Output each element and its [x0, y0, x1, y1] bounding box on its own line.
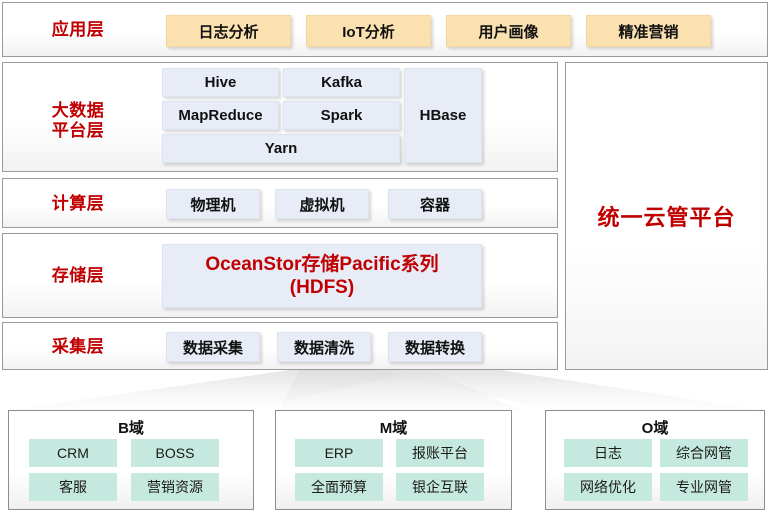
- layer-row-bigdata-platform: 大数据 平台层 Hive Kafka MapReduce Spark Yarn …: [2, 62, 558, 172]
- tile-virtual-machine[interactable]: 虚拟机: [275, 189, 369, 219]
- layer-row-compute: 计算层 物理机 虚拟机 容器: [2, 178, 558, 228]
- domain-title-o: O域: [641, 420, 669, 437]
- tile-user-profile[interactable]: 用户画像: [446, 15, 571, 47]
- tile-erp[interactable]: ERP: [295, 439, 383, 467]
- layer-label-compute: 计算层: [51, 194, 105, 213]
- tile-customer-service[interactable]: 客服: [29, 473, 117, 501]
- tile-hbase[interactable]: HBase: [404, 68, 482, 163]
- tile-bank-enterprise-connection[interactable]: 银企互联: [396, 473, 484, 501]
- tile-reimbursement-platform[interactable]: 报账平台: [396, 439, 484, 467]
- tile-log-analysis[interactable]: 日志分析: [166, 15, 291, 47]
- tile-hive[interactable]: Hive: [162, 68, 279, 97]
- tile-data-cleaning[interactable]: 数据清洗: [277, 332, 371, 362]
- architecture-diagram: 应用层 日志分析 IoT分析 用户画像 精准营销 大数据 平台层 Hive Ka…: [0, 0, 771, 514]
- domain-title-b: B域: [118, 420, 144, 437]
- layer-row-application: 应用层 日志分析 IoT分析 用户画像 精准营销: [2, 2, 768, 57]
- tile-mapreduce[interactable]: MapReduce: [162, 101, 279, 130]
- tile-oceanstor-pacific[interactable]: OceanStor存储Pacific系列 (HDFS): [162, 244, 482, 308]
- tile-data-transformation[interactable]: 数据转换: [388, 332, 482, 362]
- domain-box-o: O域 日志 综合网管 网络优化 专业网管: [545, 410, 765, 510]
- tile-professional-network-management[interactable]: 专业网管: [660, 473, 748, 501]
- domain-box-m: M域 ERP 报账平台 全面预算 银企互联: [275, 410, 512, 510]
- tile-iot-analysis[interactable]: IoT分析: [306, 15, 431, 47]
- layer-label-collection: 采集层: [51, 337, 105, 356]
- tile-marketing-resources[interactable]: 营销资源: [131, 473, 219, 501]
- layer-row-storage: 存储层 OceanStor存储Pacific系列 (HDFS): [2, 233, 558, 318]
- connector-to-b-domain: [8, 370, 420, 410]
- tile-comprehensive-budget[interactable]: 全面预算: [295, 473, 383, 501]
- tile-log[interactable]: 日志: [564, 439, 652, 467]
- tile-container[interactable]: 容器: [388, 189, 482, 219]
- connector-to-o-domain: [380, 370, 762, 410]
- layer-row-collection: 采集层 数据采集 数据清洗 数据转换: [2, 322, 558, 370]
- tile-yarn[interactable]: Yarn: [162, 134, 400, 163]
- domain-box-b: B域 CRM BOSS 客服 营销资源: [8, 410, 254, 510]
- cloud-management-platform-column[interactable]: 统一云管平台: [565, 62, 768, 370]
- cloud-management-platform-title: 统一云管平台: [597, 205, 736, 230]
- tile-spark[interactable]: Spark: [283, 101, 400, 130]
- tile-precision-marketing[interactable]: 精准营销: [586, 15, 711, 47]
- tile-physical-machine[interactable]: 物理机: [166, 189, 260, 219]
- connector-to-m-domain: [278, 370, 520, 410]
- tile-network-optimization[interactable]: 网络优化: [564, 473, 652, 501]
- funnel-connectors: [8, 370, 762, 410]
- layer-label-bigdata-platform: 大数据 平台层: [51, 101, 105, 141]
- tile-crm[interactable]: CRM: [29, 439, 117, 467]
- tile-boss[interactable]: BOSS: [131, 439, 219, 467]
- tile-kafka[interactable]: Kafka: [283, 68, 400, 97]
- layer-label-storage: 存储层: [51, 266, 105, 285]
- tile-integrated-network-management[interactable]: 综合网管: [660, 439, 748, 467]
- tile-data-acquisition[interactable]: 数据采集: [166, 332, 260, 362]
- layer-label-application: 应用层: [51, 20, 105, 39]
- domain-title-m: M域: [379, 420, 408, 437]
